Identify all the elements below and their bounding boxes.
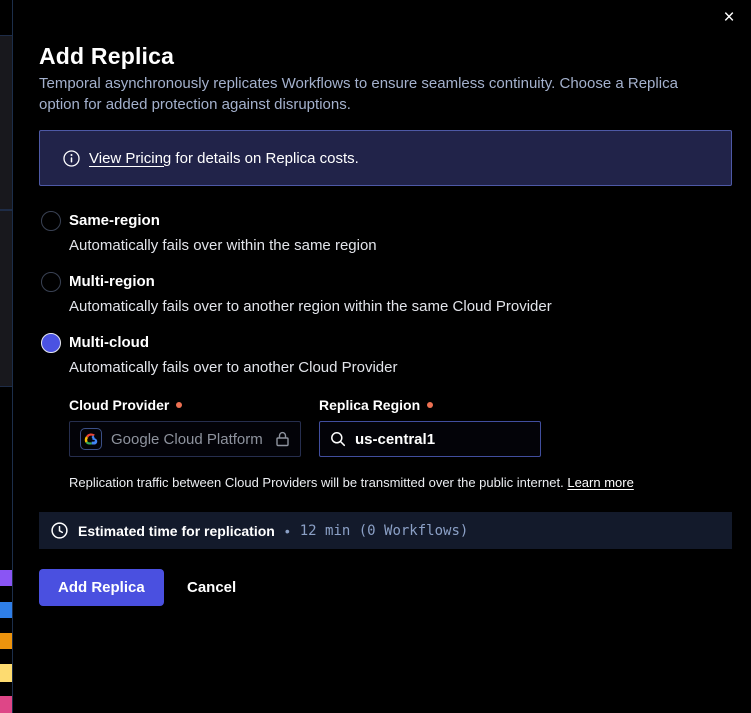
radio-same-region-label[interactable]: Same-region (69, 212, 160, 229)
background-chip-purple (0, 570, 12, 586)
radio-same-region-description: Automatically fails over within the same… (69, 237, 377, 254)
cloud-provider-value: Google Cloud Platform (111, 431, 266, 448)
search-icon (330, 431, 346, 447)
clock-icon (51, 522, 68, 539)
radio-multi-cloud-label[interactable]: Multi-cloud (69, 334, 149, 351)
radio-multi-cloud[interactable] (41, 333, 61, 353)
background-chip-orange (0, 633, 12, 649)
estimate-label: Estimated time for replication (78, 523, 275, 539)
background-chip-yellow (0, 664, 12, 682)
lock-icon (275, 431, 290, 447)
page-title: Add Replica (39, 43, 174, 70)
estimate-banner: Estimated time for replication • 12 min … (39, 512, 732, 549)
note-text: Replication traffic between Cloud Provid… (69, 475, 567, 490)
radio-multi-region-description: Automatically fails over to another regi… (69, 298, 552, 315)
background-page-sliver (0, 0, 12, 713)
cloud-provider-select[interactable]: Google Cloud Platform (69, 421, 301, 457)
public-internet-note: Replication traffic between Cloud Provid… (69, 475, 634, 490)
radio-multi-region[interactable] (41, 272, 61, 292)
add-replica-button[interactable]: Add Replica (39, 569, 164, 606)
info-icon (63, 150, 80, 167)
background-panel (0, 210, 12, 387)
pricing-banner-text: View Pricing for details on Replica cost… (89, 150, 359, 167)
add-replica-modal: × Add Replica Temporal asynchronously re… (12, 0, 751, 713)
replica-region-label-text: Replica Region (319, 397, 420, 413)
view-pricing-link[interactable]: View Pricing (89, 150, 171, 167)
background-panel (0, 35, 12, 210)
required-indicator (176, 402, 182, 408)
cloud-provider-label: Cloud Provider (69, 397, 182, 413)
estimate-value: 12 min (0 Workflows) (300, 523, 469, 539)
background-chip-blue (0, 602, 12, 618)
cloud-provider-label-text: Cloud Provider (69, 397, 169, 413)
pricing-info-banner: View Pricing for details on Replica cost… (39, 130, 732, 186)
radio-same-region[interactable] (41, 211, 61, 231)
cancel-button[interactable]: Cancel (175, 569, 248, 606)
close-icon[interactable]: × (716, 6, 742, 32)
radio-multi-region-label[interactable]: Multi-region (69, 273, 155, 290)
pricing-banner-rest: for details on Replica costs. (171, 150, 359, 167)
google-cloud-logo-icon (80, 428, 102, 450)
replica-region-input[interactable]: us-central1 (319, 421, 541, 457)
replica-region-value: us-central1 (355, 431, 435, 448)
learn-more-link[interactable]: Learn more (567, 475, 633, 490)
modal-description: Temporal asynchronously replicates Workf… (39, 73, 711, 115)
background-chip-pink (0, 696, 12, 713)
required-indicator (427, 402, 433, 408)
radio-multi-cloud-description: Automatically fails over to another Clou… (69, 359, 398, 376)
estimate-separator: • (285, 523, 290, 539)
replica-region-label: Replica Region (319, 397, 433, 413)
